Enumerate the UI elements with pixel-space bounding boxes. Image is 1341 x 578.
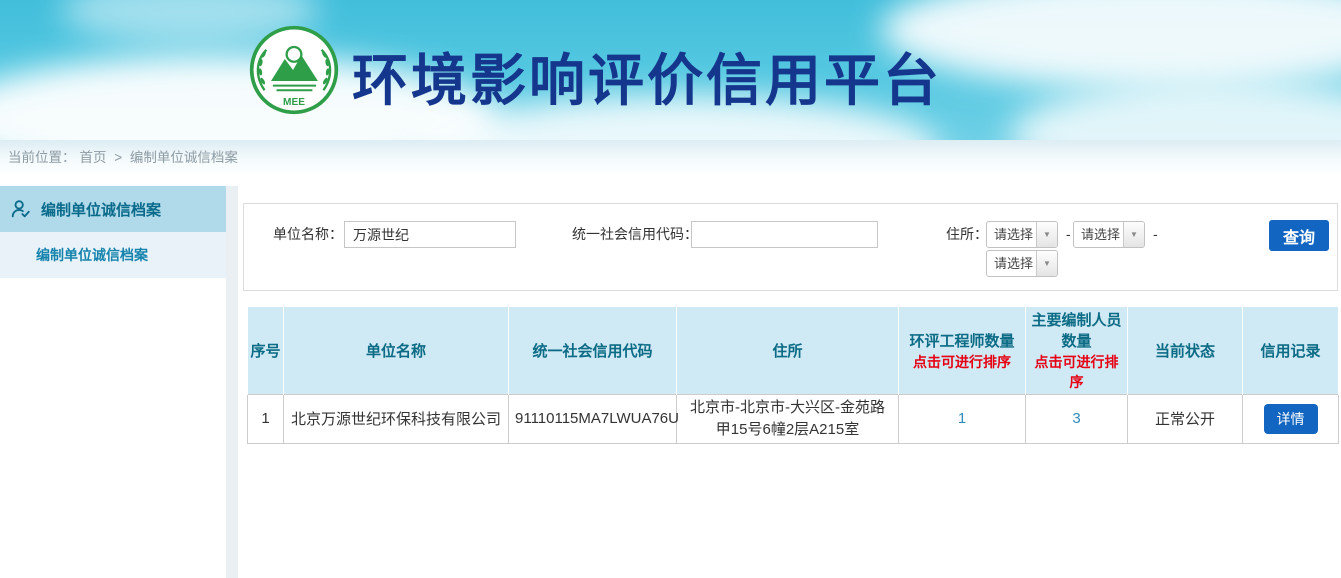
header-status: 当前状态 [1128,307,1243,395]
breadcrumb-current: 编制单位诚信档案 [130,150,238,165]
header-staff-sortable[interactable]: 主要编制人员数量 点击可进行排序 [1026,307,1128,395]
address-city-select[interactable]: 请选择 ▼ [1073,221,1145,248]
engineers-count-link[interactable]: 1 [958,410,966,427]
cell-staff: 3 [1026,395,1128,444]
sort-hint[interactable]: 点击可进行排序 [1028,352,1125,392]
results-table: 序号 单位名称 统一社会信用代码 住所 环评工程师数量 点击可进行排序 主要编制… [247,307,1339,444]
chevron-down-icon[interactable]: ▼ [1123,222,1144,247]
company-link[interactable]: 北京万源世纪环保科技有限公司 [284,395,509,444]
sidebar-parent-label: 编制单位诚信档案 [41,199,161,220]
breadcrumb-prefix: 当前位置： [8,150,76,165]
user-check-icon [10,198,32,220]
table-header-row: 序号 单位名称 统一社会信用代码 住所 环评工程师数量 点击可进行排序 主要编制… [248,307,1339,395]
address-dash: - [1153,221,1158,248]
address-label: 住所： [946,221,988,248]
header-code: 统一社会信用代码 [509,307,677,395]
cell-status: 正常公开 [1128,395,1243,444]
address-province-select[interactable]: 请选择 ▼ [986,221,1058,248]
cell-address: 北京市-北京市-大兴区-金苑路甲15号6幢2层A215室 [677,395,899,444]
staff-count-link[interactable]: 3 [1072,410,1080,427]
breadcrumb-home-link[interactable]: 首页 [80,150,107,165]
address-district-select[interactable]: 请选择 ▼ [986,250,1058,277]
header-credit-record: 信用记录 [1243,307,1339,395]
address-dash: - [1066,221,1071,248]
sort-hint[interactable]: 点击可进行排序 [901,352,1023,372]
sidebar: 编制单位诚信档案 编制单位诚信档案 [0,186,226,278]
sidebar-divider [226,186,238,578]
table-row: 1 北京万源世纪环保科技有限公司 91110115MA7LWUA76U 北京市-… [248,395,1339,444]
cell-index: 1 [248,395,284,444]
cell-engineers: 1 [899,395,1026,444]
breadcrumb-separator: > [114,150,122,165]
sidebar-subitem-unit-credit-archive[interactable]: 编制单位诚信档案 [0,232,226,278]
chevron-down-icon[interactable]: ▼ [1036,251,1057,276]
address-province-value: 请选择 [987,222,1036,247]
company-name-input[interactable] [344,221,516,248]
cell-credit-code: 91110115MA7LWUA76U [509,395,677,444]
detail-button[interactable]: 详情 [1264,404,1318,434]
header-index: 序号 [248,307,284,395]
address-district-value: 请选择 [987,251,1036,276]
credit-code-label: 统一社会信用代码： [572,221,698,248]
cloud-decoration [1010,80,1341,140]
chevron-down-icon[interactable]: ▼ [1036,222,1057,247]
cell-credit-record: 详情 [1243,395,1339,444]
query-button[interactable]: 查询 [1269,220,1329,251]
header-engineers-sortable[interactable]: 环评工程师数量 点击可进行排序 [899,307,1026,395]
cloud-decoration [880,0,1341,90]
mee-logo-text: MEE [283,97,305,108]
mee-logo-icon: MEE [248,24,340,116]
site-banner: MEE 环境影响评价信用平台 [0,0,1341,140]
address-city-value: 请选择 [1074,222,1123,247]
credit-code-input[interactable] [691,221,878,248]
header-address: 住所 [677,307,899,395]
site-title: 环境影响评价信用平台 [352,36,942,117]
header-company: 单位名称 [284,307,509,395]
search-panel: 单位名称： 统一社会信用代码： 住所： 请选择 ▼ - 请选择 ▼ - 请选择 … [243,203,1338,291]
breadcrumb: 当前位置： 首页 > 编制单位诚信档案 [0,140,1341,175]
sidebar-item-unit-credit-archive[interactable]: 编制单位诚信档案 [0,186,226,232]
company-name-label: 单位名称： [273,221,343,248]
